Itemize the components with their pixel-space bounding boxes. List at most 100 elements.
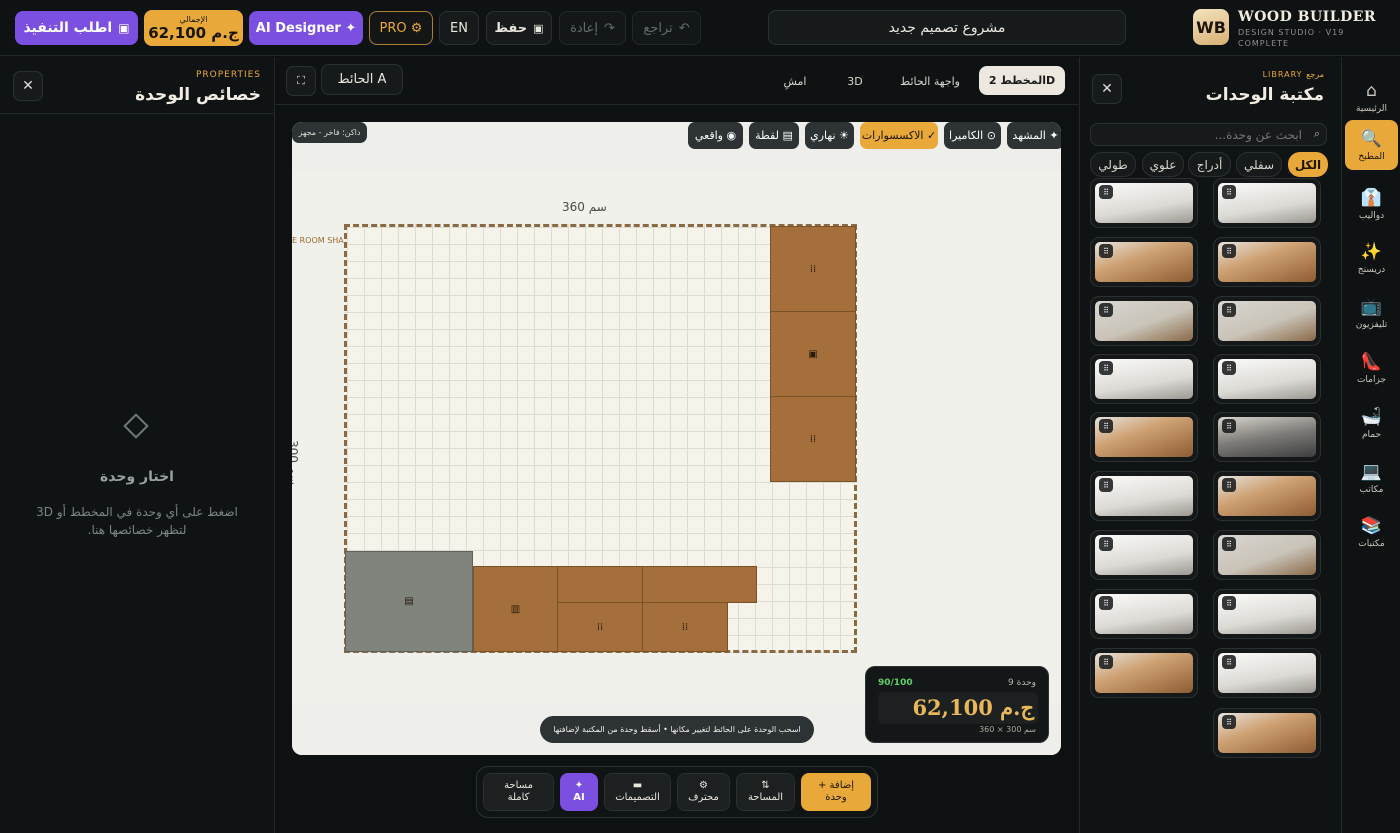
library-unit-card[interactable]: ⠿ [1090, 471, 1198, 521]
drag-handle-icon[interactable]: ⠿ [1099, 655, 1113, 669]
library-unit-card[interactable]: ⠿ [1090, 648, 1198, 698]
shirt-icon: 👔 [1360, 187, 1383, 208]
cabinet-unit[interactable]: ⁞⁞ [770, 396, 856, 482]
drag-handle-icon[interactable]: ⠿ [1099, 478, 1113, 492]
drag-handle-icon[interactable]: ⠿ [1222, 244, 1236, 258]
pro-button[interactable]: PRO ⚙ [369, 11, 433, 45]
drag-handle-icon[interactable]: ⠿ [1222, 715, 1236, 729]
tab-wall-elevation[interactable]: واجهة الحائط [888, 68, 972, 94]
library-unit-card[interactable]: ⠿ [1213, 471, 1321, 521]
pill-daylight[interactable]: نهاري ☀ [805, 122, 854, 149]
unit-icon: ⁞⁞ [809, 263, 817, 275]
drag-handle-icon[interactable]: ⠿ [1222, 361, 1236, 375]
rail-item-kitchen[interactable]: 🔍 المطبخ [1345, 120, 1398, 170]
library-unit-card[interactable]: ⠿ [1213, 296, 1321, 346]
language-button[interactable]: EN [439, 11, 479, 45]
wall-selector[interactable]: الحائط A [321, 64, 403, 95]
fullscreen-button[interactable]: مساحة كاملة [483, 773, 554, 811]
rail-item-wardrobes[interactable]: 👔 دواليب [1345, 179, 1398, 229]
category-rail: ⌂ الرئيسية 🔍 المطبخ 👔 دواليب ✨ دريسنج 📺 تليفز… [1341, 57, 1400, 833]
add-unit-button[interactable]: + إضافة وحدة [801, 773, 871, 811]
library-unit-card[interactable]: ⠿ [1090, 530, 1198, 580]
drag-handle-icon[interactable]: ⠿ [1222, 596, 1236, 610]
pro-mode-button[interactable]: ⚙ محترف [677, 773, 730, 811]
pill-accessories[interactable]: الاكسسوارات ✓ [860, 122, 938, 149]
cabinet-unit[interactable] [557, 566, 643, 603]
library-unit-card[interactable]: ⠿ [1090, 412, 1198, 462]
library-unit-card[interactable]: ⠿ [1213, 708, 1321, 758]
category-drawers[interactable]: أدراج [1188, 152, 1231, 177]
drag-handle-icon[interactable]: ⠿ [1099, 596, 1113, 610]
library-unit-card[interactable]: ⠿ [1213, 648, 1321, 698]
cabinet-unit[interactable]: ⁞⁞ [770, 226, 856, 312]
drag-handle-icon[interactable]: ⠿ [1099, 419, 1113, 433]
library-unit-card[interactable]: ⠿ [1213, 237, 1321, 287]
drag-handle-icon[interactable]: ⠿ [1222, 537, 1236, 551]
drag-handle-icon[interactable]: ⠿ [1099, 244, 1113, 258]
center-header: ⛶ الحائط A المخطط 2D واجهة الحائط 3D امش… [276, 57, 1078, 105]
order-button[interactable]: اطلب التنفيذ ▣ [15, 11, 138, 45]
rail-item-tv[interactable]: 📺 تليفزيون [1345, 288, 1398, 338]
rail-item-bookcases[interactable]: 📚 مكتبات [1345, 507, 1398, 557]
cabinet-unit[interactable]: ⁞⁞ [557, 602, 643, 652]
library-unit-card[interactable]: ⠿ [1213, 178, 1321, 228]
search-input[interactable] [1097, 125, 1302, 144]
close-properties-button[interactable]: ✕ [13, 71, 43, 101]
library-unit-card[interactable]: ⠿ [1213, 354, 1321, 404]
pill-scene[interactable]: المشهد ✦ [1007, 122, 1061, 149]
drag-handle-icon[interactable]: ⠿ [1222, 478, 1236, 492]
category-upper[interactable]: علوي [1142, 152, 1184, 177]
drag-handle-icon[interactable]: ⠿ [1099, 537, 1113, 551]
drag-handle-icon[interactable]: ⠿ [1222, 419, 1236, 433]
save-button[interactable]: حفظ ▣ [486, 11, 552, 45]
library-unit-card[interactable]: ⠿ [1090, 354, 1198, 404]
drag-handle-icon[interactable]: ⠿ [1099, 303, 1113, 317]
cabinet-unit[interactable]: ▥ [473, 566, 558, 652]
project-name-field[interactable]: مشروع تصميم جديد [768, 10, 1126, 45]
drag-handle-icon[interactable]: ⠿ [1222, 303, 1236, 317]
drag-handle-icon[interactable]: ⠿ [1099, 185, 1113, 199]
tab-walk[interactable]: امشِ [766, 68, 824, 94]
sink-unit[interactable]: ▤ [345, 551, 473, 652]
library-unit-card[interactable]: ⠿ [1213, 530, 1321, 580]
category-base[interactable]: سفلي [1236, 152, 1282, 177]
total-badge[interactable]: الإجمالي 62,100 ج.م [144, 10, 243, 46]
library-unit-card[interactable]: ⠿ [1090, 296, 1198, 346]
cabinet-unit[interactable]: ⁞⁞ [642, 602, 728, 652]
area-button[interactable]: ⇅ المساحة [736, 773, 795, 811]
plan-canvas[interactable]: داكن؛ فاخر - مجهز المشهد ✦ الكاميرا ⊙ ال… [292, 122, 1061, 755]
library-unit-card[interactable]: ⠿ [1213, 589, 1321, 639]
rail-item-shoes[interactable]: 👠 جزامات [1345, 343, 1398, 393]
library-unit-card[interactable]: ⠿ [1213, 412, 1321, 462]
fullscreen-toggle[interactable]: ⛶ [286, 66, 316, 96]
undo-button[interactable]: تراجع ↶ [632, 11, 701, 45]
close-library-button[interactable]: ✕ [1092, 74, 1122, 104]
ai-designer-button[interactable]: AI Designer ✦ [249, 11, 363, 45]
tab-3d[interactable]: 3D [833, 68, 877, 94]
redo-button[interactable]: إعادة ↷ [559, 11, 626, 45]
category-tall[interactable]: طولي [1090, 152, 1136, 177]
search-box[interactable]: ⌕ [1090, 123, 1327, 146]
ai-button[interactable]: ✦ AI [560, 773, 598, 811]
category-all[interactable]: الكل [1288, 152, 1328, 177]
cabinet-unit[interactable] [642, 566, 757, 603]
pill-realistic[interactable]: واقعي ◉ [688, 122, 743, 149]
library-unit-card[interactable]: ⠿ [1090, 178, 1198, 228]
brand-logo: WB [1193, 9, 1229, 45]
drag-handle-icon[interactable]: ⠿ [1222, 655, 1236, 669]
rail-item-dressing[interactable]: ✨ دريسنج [1345, 233, 1398, 283]
cabinet-unit[interactable]: ▣ [770, 311, 856, 397]
summary-price: 62,100 ج.م [878, 692, 1038, 724]
library-unit-card[interactable]: ⠿ [1090, 237, 1198, 287]
pill-snapshot[interactable]: لقطة ▤ [749, 122, 799, 149]
tab-plan-2d[interactable]: المخطط 2D [979, 66, 1065, 95]
rail-item-bathroom[interactable]: 🛁 حمام [1345, 398, 1398, 448]
designs-button[interactable]: ▬ التصميمات [604, 773, 671, 811]
library-unit-card[interactable]: ⠿ [1090, 589, 1198, 639]
drag-handle-icon[interactable]: ⠿ [1222, 185, 1236, 199]
rail-label: مكتبات [1358, 538, 1385, 549]
rail-item-home[interactable]: ⌂ الرئيسية [1345, 72, 1398, 122]
rail-item-offices[interactable]: 💻 مكاتب [1345, 453, 1398, 503]
pill-camera[interactable]: الكاميرا ⊙ [944, 122, 1001, 149]
drag-handle-icon[interactable]: ⠿ [1099, 361, 1113, 375]
